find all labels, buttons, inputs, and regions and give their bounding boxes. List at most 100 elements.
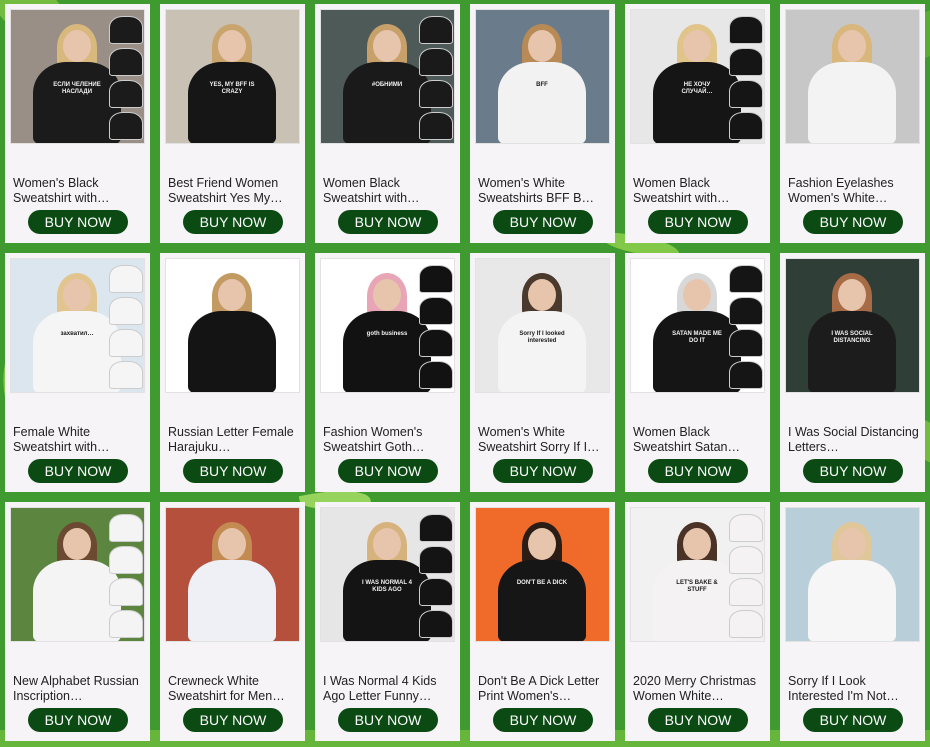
product-card[interactable]: захватил… Female White Sweatshirt with… BU…	[5, 253, 150, 492]
sweatshirt-photo-icon[interactable]	[165, 258, 300, 393]
product-title[interactable]: Russian Letter Female Harajuku…	[168, 425, 299, 455]
product-title[interactable]: Fashion Women's Sweatshirt Goth…	[323, 425, 454, 455]
model-head	[373, 30, 401, 62]
product-card[interactable]: SATAN MADE ME DO IT Women Black Sweatshir…	[625, 253, 770, 492]
product-card[interactable]: BFF Women's White Sweatshirts BFF B… BUY N…	[470, 4, 615, 243]
buy-now-button[interactable]: BUY NOW	[803, 459, 903, 483]
product-title[interactable]: Don't Be A Dick Letter Print Women's…	[478, 674, 609, 704]
buy-now-button[interactable]: BUY NOW	[493, 210, 593, 234]
sweatshirt-photo-icon[interactable]: YES, MY BFF IS CRAZY	[165, 9, 300, 144]
product-title[interactable]: New Alphabet Russian Inscription…	[13, 674, 144, 704]
variant-thumbnail	[419, 578, 453, 606]
sweatshirt-photo-icon[interactable]: goth business	[320, 258, 455, 393]
variant-thumbnail	[729, 514, 763, 542]
product-photo	[166, 508, 299, 641]
sweatshirt-shape	[188, 560, 276, 641]
variant-thumbnail	[419, 329, 453, 357]
product-card[interactable]: I WAS NORMAL 4 KIDS AGO I Was Normal 4 Ki…	[315, 502, 460, 741]
sweatshirt-photo-icon[interactable]: BFF	[475, 9, 610, 144]
product-card[interactable]: НЕ ХОЧУ СЛУЧАЙ… Women Black Sweatshirt wi…	[625, 4, 770, 243]
model-head	[218, 30, 246, 62]
product-title[interactable]: Women Black Sweatshirt with…	[633, 176, 764, 206]
buy-now-button[interactable]: BUY NOW	[338, 210, 438, 234]
sweatshirt-shape	[33, 311, 121, 392]
product-card[interactable]: goth business Fashion Women's Sweatshirt …	[315, 253, 460, 492]
sweatshirt-photo-icon[interactable]	[10, 507, 145, 642]
buy-now-button[interactable]: BUY NOW	[648, 708, 748, 732]
product-card[interactable]: ЕСЛИ ЧЕЛЕНИЕ НАСЛАДИ Women's Black Sweats…	[5, 4, 150, 243]
buy-now-button[interactable]: BUY NOW	[28, 459, 128, 483]
buy-now-button[interactable]: BUY NOW	[183, 708, 283, 732]
buy-now-button[interactable]: BUY NOW	[28, 210, 128, 234]
product-card[interactable]: Sorry If I Look Interested I'm Not… BUY N…	[780, 502, 925, 741]
model-head	[218, 528, 246, 560]
sweatshirt-photo-icon[interactable]: захватил…	[10, 258, 145, 393]
product-title[interactable]: Best Friend Women Sweatshirt Yes My…	[168, 176, 299, 206]
sweatshirt-photo-icon[interactable]: I WAS NORMAL 4 KIDS AGO	[320, 507, 455, 642]
product-photo: BFF	[476, 10, 609, 143]
buy-now-button[interactable]: BUY NOW	[648, 210, 748, 234]
buy-now-button[interactable]: BUY NOW	[803, 708, 903, 732]
variant-thumbnail	[419, 80, 453, 108]
sweatshirt-photo-icon[interactable]: SATAN MADE ME DO IT	[630, 258, 765, 393]
sweatshirt-photo-icon[interactable]: DON'T BE A DICK	[475, 507, 610, 642]
sweatshirt-photo-icon[interactable]: ЕСЛИ ЧЕЛЕНИЕ НАСЛАДИ	[10, 9, 145, 144]
sweatshirt-photo-icon[interactable]	[165, 507, 300, 642]
product-card[interactable]: Sorry If I looked interested Women's Whit…	[470, 253, 615, 492]
buy-now-button[interactable]: BUY NOW	[28, 708, 128, 732]
variant-thumbnail	[419, 514, 453, 542]
sweatshirt-photo-icon[interactable]	[785, 9, 920, 144]
sweatshirt-photo-icon[interactable]: Sorry If I looked interested	[475, 258, 610, 393]
product-card[interactable]: Crewneck White Sweatshirt for Men… BUY NO…	[160, 502, 305, 741]
product-title[interactable]: Women Black Sweatshirt with…	[323, 176, 454, 206]
buy-now-button[interactable]: BUY NOW	[493, 708, 593, 732]
model-head	[838, 528, 866, 560]
sweatshirt-photo-icon[interactable]: НЕ ХОЧУ СЛУЧАЙ…	[630, 9, 765, 144]
sweatshirt-photo-icon[interactable]: LET'S BAKE & STUFF	[630, 507, 765, 642]
product-title[interactable]: I Was Normal 4 Kids Ago Letter Funny…	[323, 674, 454, 704]
sweatshirt-photo-icon[interactable]	[785, 507, 920, 642]
variant-thumbnail	[419, 361, 453, 389]
product-photo: #ОБНИМИ	[321, 10, 454, 143]
product-card[interactable]: New Alphabet Russian Inscription… BUY NOW	[5, 502, 150, 741]
product-card[interactable]: Fashion Eyelashes Women's White… BUY NOW	[780, 4, 925, 243]
product-card[interactable]: DON'T BE A DICK Don't Be A Dick Letter Pr…	[470, 502, 615, 741]
model-head	[63, 279, 91, 311]
variant-thumbnail	[109, 361, 143, 389]
product-card[interactable]: LET'S BAKE & STUFF 2020 Merry Christmas W…	[625, 502, 770, 741]
product-card[interactable]: I WAS SOCIAL DISTANCING I Was Social Dist…	[780, 253, 925, 492]
product-title[interactable]: Fashion Eyelashes Women's White…	[788, 176, 919, 206]
product-title[interactable]: Women's White Sweatshirts BFF B…	[478, 176, 609, 206]
buy-now-button[interactable]: BUY NOW	[338, 459, 438, 483]
product-title[interactable]: Women Black Sweatshirt Satan…	[633, 425, 764, 455]
product-title[interactable]: Women's White Sweatshirt Sorry If I…	[478, 425, 609, 455]
product-title[interactable]: Women's Black Sweatshirt with…	[13, 176, 144, 206]
variant-thumbnail	[419, 265, 453, 293]
variant-thumbnail	[419, 112, 453, 140]
product-card[interactable]: YES, MY BFF IS CRAZY Best Friend Women Sw…	[160, 4, 305, 243]
shirt-print: #ОБНИМИ	[371, 82, 403, 88]
sweatshirt-photo-icon[interactable]: I WAS SOCIAL DISTANCING	[785, 258, 920, 393]
buy-now-button[interactable]: BUY NOW	[648, 459, 748, 483]
product-title[interactable]: 2020 Merry Christmas Women White…	[633, 674, 764, 704]
buy-now-button[interactable]: BUY NOW	[493, 459, 593, 483]
sweatshirt-photo-icon[interactable]: #ОБНИМИ	[320, 9, 455, 144]
buy-now-button[interactable]: BUY NOW	[183, 210, 283, 234]
product-card[interactable]: Russian Letter Female Harajuku… BUY NOW	[160, 253, 305, 492]
shirt-print: I WAS SOCIAL DISTANCING	[831, 331, 873, 344]
model-head	[683, 30, 711, 62]
product-title[interactable]: Sorry If I Look Interested I'm Not…	[788, 674, 919, 704]
variant-thumbnail	[109, 48, 143, 76]
product-photo: YES, MY BFF IS CRAZY	[166, 10, 299, 143]
variant-thumbnail	[109, 112, 143, 140]
product-title[interactable]: Crewneck White Sweatshirt for Men…	[168, 674, 299, 704]
shirt-print: ЕСЛИ ЧЕЛЕНИЕ НАСЛАДИ	[53, 82, 101, 95]
buy-now-button[interactable]: BUY NOW	[803, 210, 903, 234]
product-title[interactable]: I Was Social Distancing Letters…	[788, 425, 919, 455]
model-head	[373, 279, 401, 311]
buy-now-button[interactable]: BUY NOW	[338, 708, 438, 732]
product-title[interactable]: Female White Sweatshirt with…	[13, 425, 144, 455]
buy-now-button[interactable]: BUY NOW	[183, 459, 283, 483]
product-photo	[786, 508, 919, 641]
product-card[interactable]: #ОБНИМИ Women Black Sweatshirt with… BUY N…	[315, 4, 460, 243]
